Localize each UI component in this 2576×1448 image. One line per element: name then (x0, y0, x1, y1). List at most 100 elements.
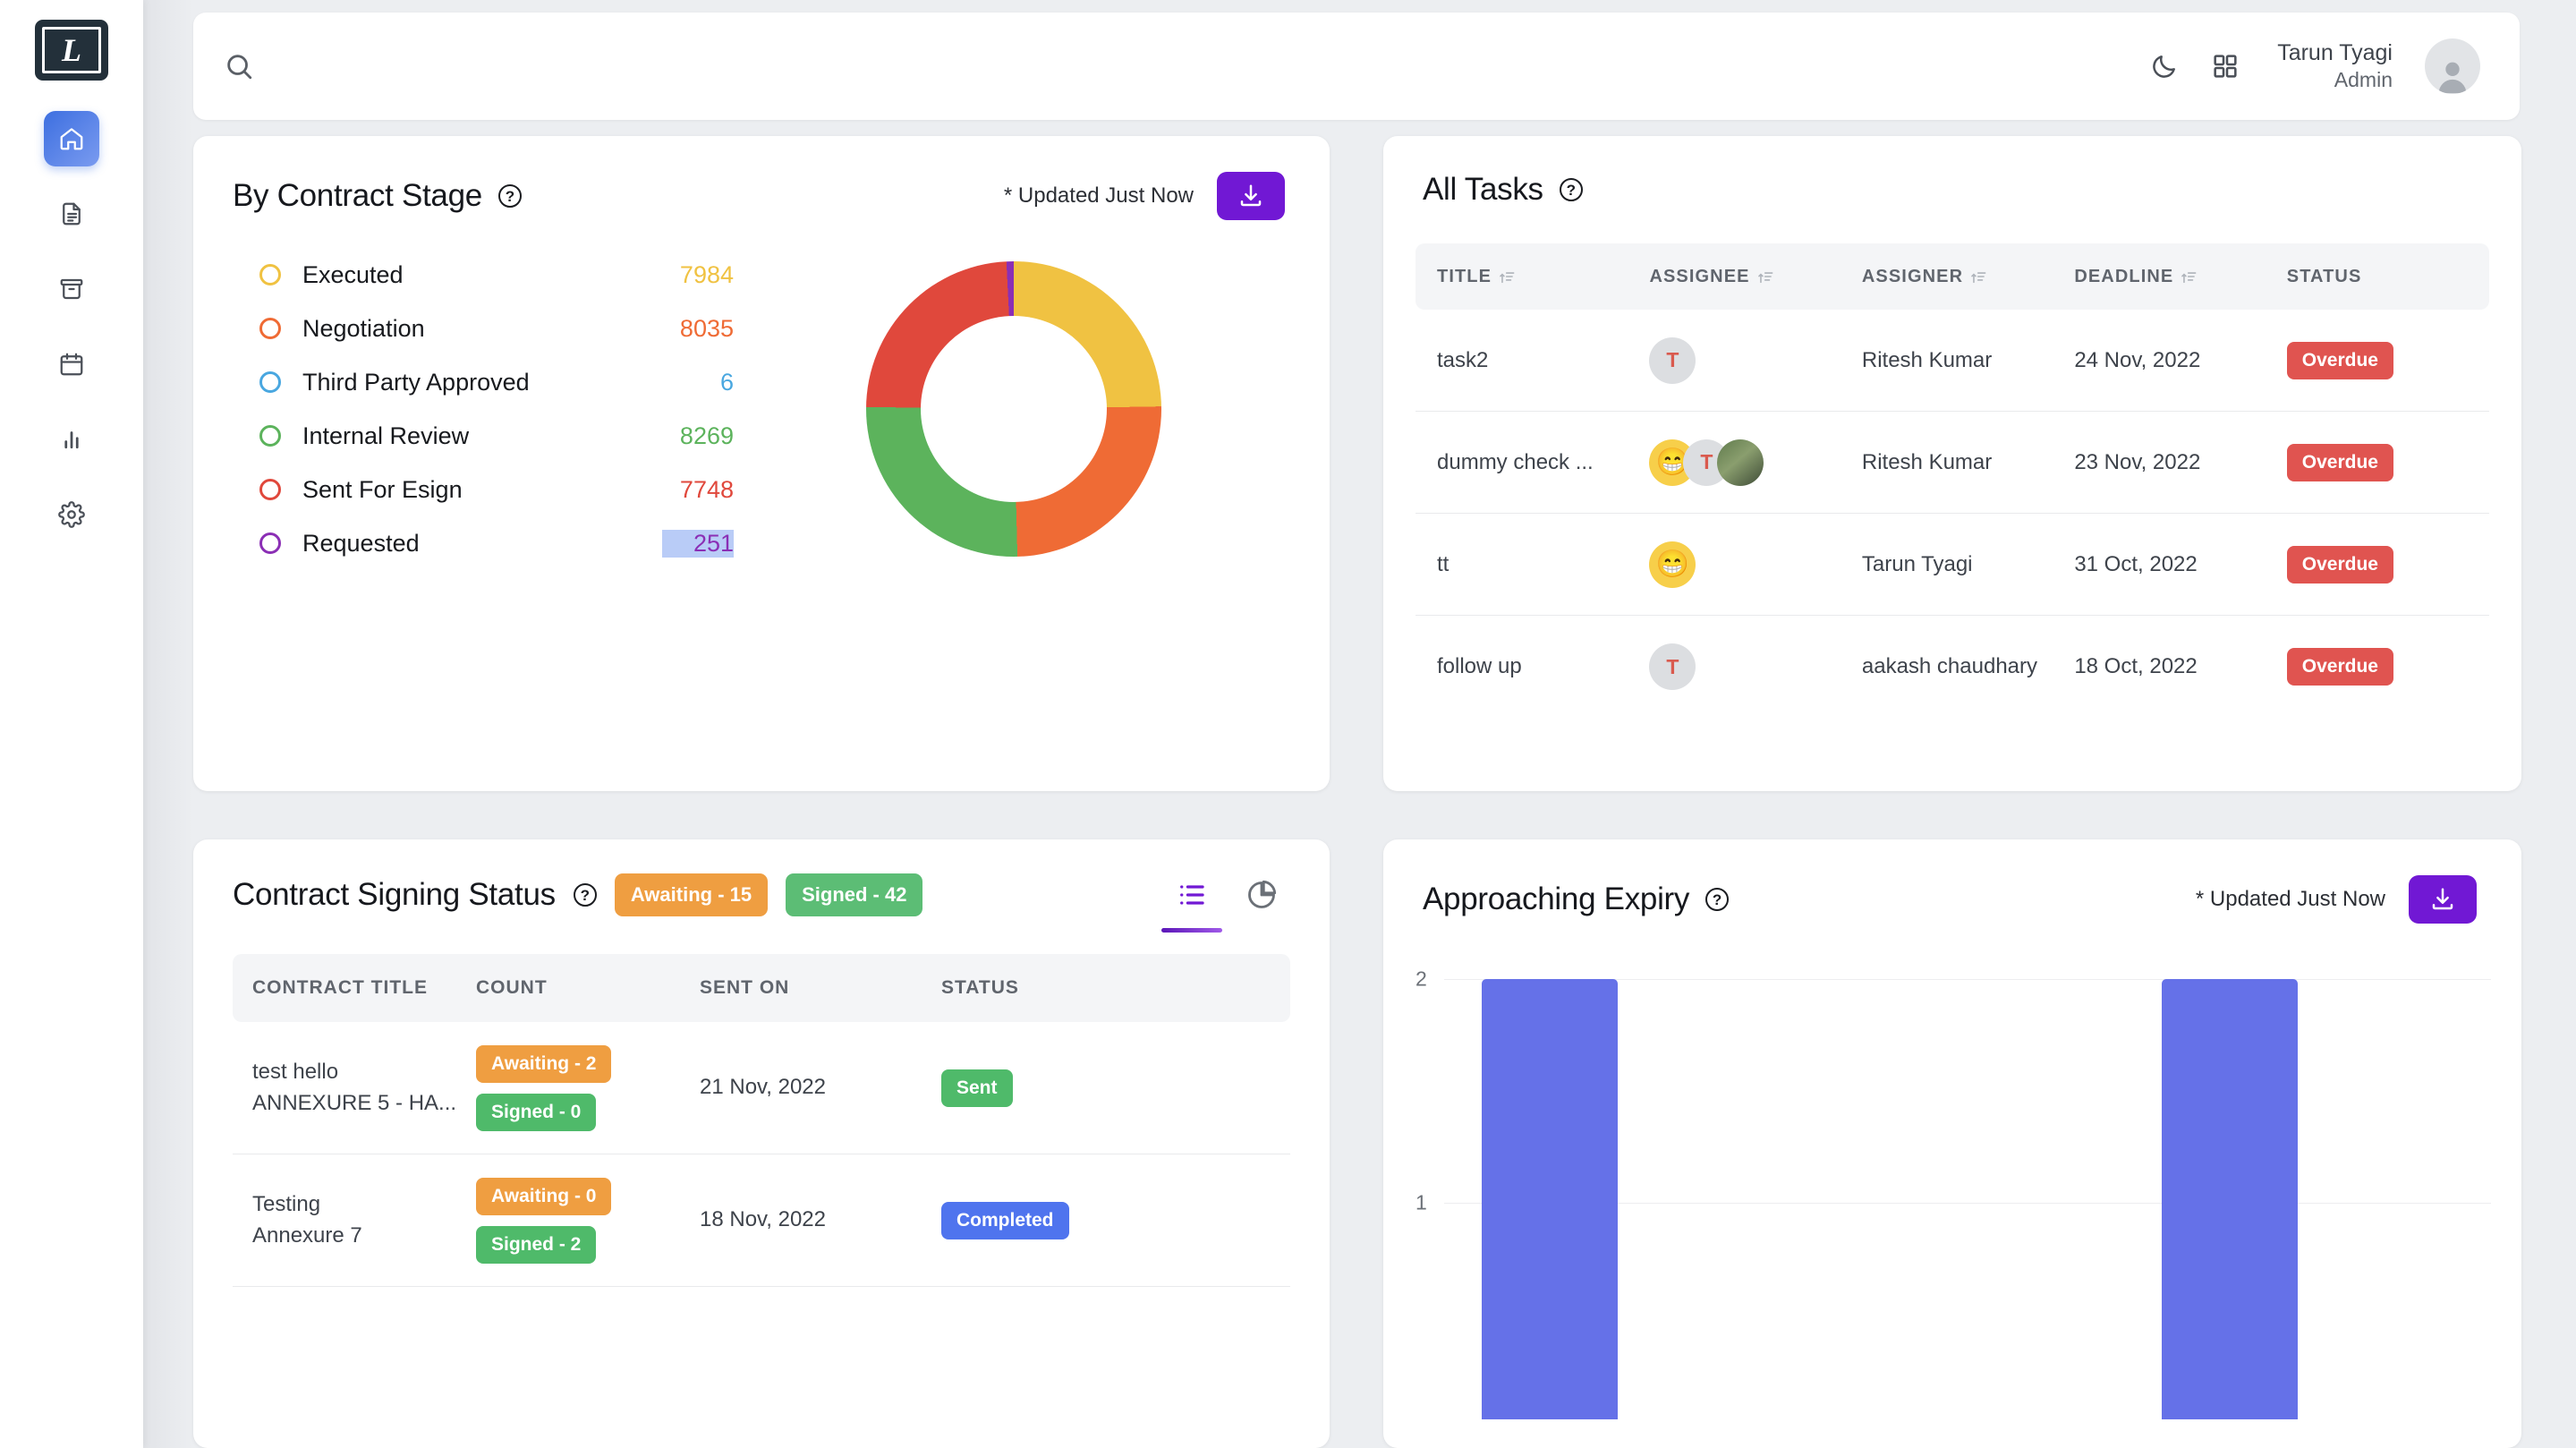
sidebar: L (0, 0, 143, 1448)
task-status: Overdue (2287, 648, 2468, 686)
user-info[interactable]: Tarun Tyagi Admin (2277, 39, 2393, 93)
download-button[interactable] (2409, 875, 2477, 924)
legend-item[interactable]: Requested251 (259, 523, 734, 564)
contract-stage-donut-chart[interactable] (866, 261, 1161, 557)
contract-title: TestingAnnexure 7 (252, 1189, 476, 1252)
assignee-avatar-group[interactable]: 😁T (1649, 439, 1861, 486)
legend-item[interactable]: Internal Review8269 (259, 415, 734, 456)
signature-count: Awaiting - 0 Signed - 2 (476, 1178, 700, 1264)
search-icon[interactable] (224, 51, 254, 81)
column-header[interactable]: ASSIGNER (1862, 267, 2074, 287)
task-title: task2 (1437, 348, 1649, 373)
sort-icon (1757, 268, 1774, 285)
help-icon[interactable]: ? (498, 184, 522, 208)
assignee-avatar-group[interactable]: T (1649, 643, 1861, 690)
column-header[interactable]: DEADLINE (2074, 267, 2286, 287)
legend-value: 7748 (662, 476, 734, 504)
moon-icon[interactable] (2150, 52, 2179, 81)
column-header[interactable]: TITLE (1437, 267, 1649, 287)
table-row[interactable]: follow upTaakash chaudhary18 Oct, 2022Ov… (1416, 616, 2489, 718)
stage-body: Executed7984 Negotiation8035 Third Party A… (193, 220, 1330, 564)
table-row[interactable]: TestingAnnexure 7Awaiting - 0Signed - 21… (233, 1154, 1290, 1287)
column-header: COUNT (476, 977, 700, 999)
awaiting-badge: Awaiting - 2 (476, 1045, 611, 1083)
awaiting-badge: Awaiting - 0 (476, 1178, 611, 1215)
page-title: All Tasks (1423, 172, 1543, 208)
assignee-avatar-group[interactable]: T (1649, 337, 1861, 384)
table-body: task2TRitesh Kumar24 Nov, 2022Overduedum… (1416, 310, 2489, 718)
task-status: Overdue (2287, 444, 2468, 481)
signing-table: CONTRACT TITLECOUNTSENT ONSTATUS test he… (233, 954, 1290, 1287)
legend-value: 251 (662, 530, 734, 558)
help-icon[interactable]: ? (574, 883, 597, 907)
legend-label: Negotiation (302, 315, 662, 343)
sidebar-item-home[interactable] (44, 111, 99, 166)
pie-view-toggle[interactable] (1244, 877, 1279, 913)
user-name: Tarun Tyagi (2277, 39, 2393, 67)
page-title: Approaching Expiry (1423, 882, 1689, 917)
page-title: By Contract Stage (233, 178, 482, 214)
donut-container (734, 261, 1294, 557)
contract-status: Completed (941, 1202, 1192, 1239)
sidebar-item-archive[interactable] (44, 261, 99, 317)
legend-item[interactable]: Sent For Esign7748 (259, 469, 734, 510)
by-contract-stage-card: By Contract Stage ? * Updated Just Now E… (193, 136, 1330, 791)
list-view-toggle[interactable] (1174, 877, 1210, 913)
bar[interactable] (1482, 979, 1618, 1419)
download-button[interactable] (1217, 172, 1285, 220)
approaching-expiry-bar-chart[interactable]: 12 (1383, 972, 2521, 1419)
signed-pill[interactable]: Signed - 42 (786, 873, 922, 916)
assignee-avatar-group[interactable]: 😁 (1649, 541, 1861, 588)
signed-badge: Signed - 2 (476, 1226, 596, 1264)
y-axis-tick-label: 1 (1416, 1191, 1427, 1215)
legend-color-dot (259, 425, 281, 447)
sort-icon (1970, 268, 1987, 285)
task-title: follow up (1437, 654, 1649, 679)
table-row[interactable]: dummy check ...😁TRitesh Kumar23 Nov, 202… (1416, 412, 2489, 514)
legend-label: Sent For Esign (302, 476, 662, 504)
help-icon[interactable]: ? (1705, 888, 1729, 911)
task-deadline: 24 Nov, 2022 (2074, 348, 2286, 373)
sidebar-item-documents[interactable] (44, 186, 99, 242)
table-row[interactable]: task2TRitesh Kumar24 Nov, 2022Overdue (1416, 310, 2489, 412)
column-header[interactable]: ASSIGNEE (1649, 267, 1861, 287)
app-logo[interactable]: L (35, 20, 108, 81)
avatar[interactable] (2425, 38, 2480, 94)
gear-icon (58, 501, 85, 528)
task-deadline: 18 Oct, 2022 (2074, 654, 2286, 679)
calendar-icon (58, 351, 85, 378)
legend-color-dot (259, 264, 281, 285)
stage-legend: Executed7984 Negotiation8035 Third Party A… (233, 254, 734, 564)
help-icon[interactable]: ? (1560, 178, 1583, 201)
tasks-table: TITLEASSIGNEEASSIGNERDEADLINESTATUS task… (1416, 243, 2489, 718)
legend-item[interactable]: Executed7984 (259, 254, 734, 295)
table-row[interactable]: test helloANNEXURE 5 - HA...Awaiting - 2… (233, 1022, 1290, 1154)
legend-label: Third Party Approved (302, 369, 662, 396)
user-avatar-icon (2432, 55, 2473, 94)
contract-title: test helloANNEXURE 5 - HA... (252, 1057, 476, 1120)
status-badge: Overdue (2287, 546, 2393, 583)
card-header: By Contract Stage ? * Updated Just Now (193, 136, 1330, 220)
legend-color-dot (259, 318, 281, 339)
sort-icon (2181, 268, 2198, 285)
task-assigner: Ritesh Kumar (1862, 348, 2074, 373)
sidebar-item-calendar[interactable] (44, 336, 99, 392)
column-header: STATUS (2287, 267, 2468, 287)
sidebar-item-reports[interactable] (44, 412, 99, 467)
contract-status: Sent (941, 1069, 1192, 1107)
contract-signing-status-card: Contract Signing Status ? Awaiting - 15 … (193, 839, 1330, 1448)
avatar: T (1649, 643, 1696, 690)
grid-icon[interactable] (2211, 52, 2240, 81)
signature-count: Awaiting - 2Signed - 0 (476, 1045, 700, 1131)
awaiting-pill[interactable]: Awaiting - 15 (615, 873, 768, 916)
legend-item[interactable]: Negotiation8035 (259, 308, 734, 349)
legend-item[interactable]: Third Party Approved6 (259, 362, 734, 403)
card-header: All Tasks ? (1383, 136, 2521, 208)
bar[interactable] (2162, 979, 2298, 1419)
task-status: Overdue (2287, 546, 2468, 583)
table-row[interactable]: tt😁Tarun Tyagi31 Oct, 2022Overdue (1416, 514, 2489, 616)
status-badge: Overdue (2287, 444, 2393, 481)
table-header-row: CONTRACT TITLECOUNTSENT ONSTATUS (233, 954, 1290, 1022)
task-status: Overdue (2287, 342, 2468, 379)
sidebar-item-settings[interactable] (44, 487, 99, 542)
